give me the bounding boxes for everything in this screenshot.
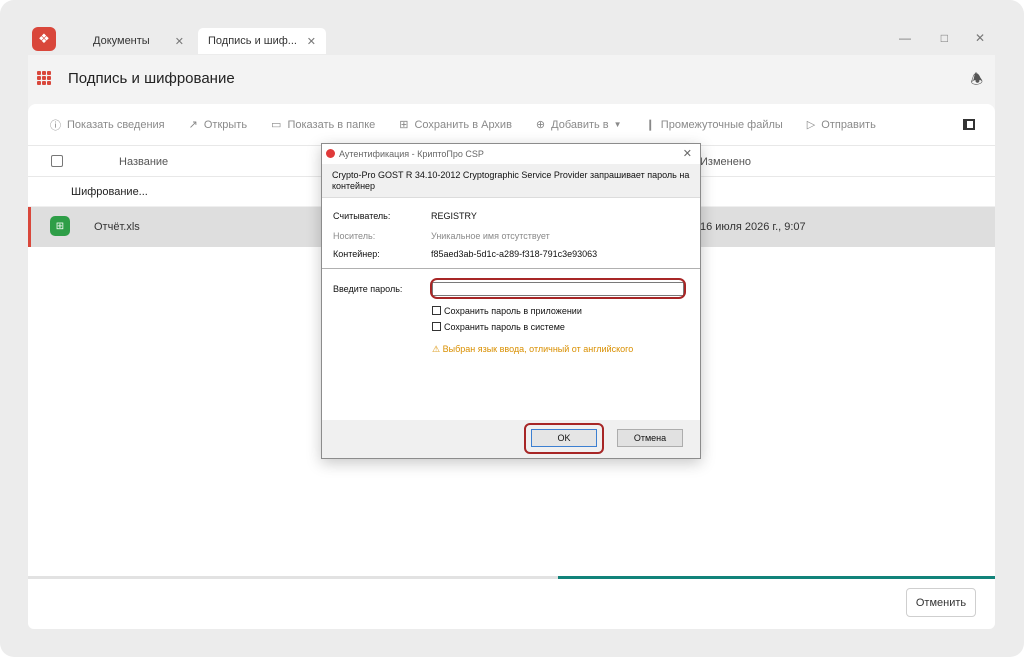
page-header: Подпись и шифрование 🕭 (28, 55, 995, 104)
maximize-icon[interactable]: □ (941, 31, 948, 45)
media-value: Уникальное имя отсутствует (431, 231, 550, 241)
tab-bar: ❖ Документы ✕ Подпись и шиф... ✕ — □ ✕ (28, 24, 995, 55)
footer: Отменить (28, 579, 995, 629)
add-icon: ⊕ (535, 119, 546, 131)
tab-label: Документы (93, 35, 150, 47)
info-icon: ⓘ (50, 119, 61, 132)
select-all-checkbox[interactable] (51, 155, 63, 167)
file-name: Отчёт.xls (94, 221, 140, 233)
bell-icon[interactable]: 🕭 (970, 69, 983, 93)
media-label: Носитель: (333, 231, 376, 241)
intermediate-files-button[interactable]: ❙ Промежуточные файлы (645, 118, 783, 132)
password-input[interactable] (432, 282, 684, 296)
save-in-system-checkbox[interactable] (432, 322, 441, 331)
toolbar-label: Открыть (203, 118, 248, 131)
app-logo-icon: ❖ (32, 27, 56, 51)
dialog-titlebar: Аутентификация - КриптоПро CSP ✕ (322, 144, 700, 164)
send-icon: ▷ (806, 119, 816, 131)
toolbar-label: Добавить в (551, 118, 609, 131)
toolbar-label: Показать сведения (67, 118, 165, 131)
auth-dialog: Аутентификация - КриптоПро CSP ✕ Crypto-… (321, 143, 701, 459)
group-label: Шифрование... (71, 186, 148, 198)
cancel-button[interactable]: Отменить (906, 588, 976, 617)
toolbar-label: Сохранить в Архив (414, 118, 512, 131)
close-window-icon[interactable]: ✕ (975, 31, 985, 45)
show-info-button[interactable]: ⓘ Показать сведения (50, 117, 165, 133)
pin-icon: ❙ (645, 119, 655, 131)
save-in-app-label: Сохранить пароль в приложении (444, 306, 582, 316)
ok-button[interactable]: OK (531, 429, 597, 447)
chevron-down-icon: ▼ (613, 120, 622, 129)
add-to-button[interactable]: ⊕ Добавить в ▼ (535, 118, 622, 132)
folder-icon: ▭ (271, 119, 282, 131)
save-to-archive-button[interactable]: ⊞ Сохранить в Архив (399, 118, 512, 132)
minimize-icon[interactable]: — (899, 31, 911, 45)
close-tab-icon[interactable]: ✕ (175, 35, 184, 48)
dialog-title: Аутентификация - КриптоПро CSP (339, 149, 484, 159)
save-in-app-checkbox[interactable] (432, 306, 441, 315)
container-value: f85aed3ab-5d1c-a289-f318-791c3e93063 (431, 249, 598, 259)
send-button[interactable]: ▷ Отправить (806, 118, 876, 132)
toolbar-label: Отправить (821, 118, 876, 131)
save-in-system-label: Сохранить пароль в системе (444, 322, 565, 332)
column-changed-header[interactable]: Изменено (700, 156, 751, 168)
reader-value: REGISTRY (431, 211, 477, 221)
container-label: Контейнер: (333, 249, 380, 259)
column-name-header[interactable]: Название (119, 156, 168, 168)
close-tab-icon[interactable]: ✕ (307, 35, 316, 48)
toolbar: ⓘ Показать сведения ↗ Открыть ▭ Показать… (28, 104, 995, 146)
file-changed: 16 июля 2026 г., 9:07 (700, 221, 806, 233)
open-icon: ↗ (188, 119, 198, 131)
tab-label: Подпись и шиф... (208, 35, 297, 47)
warning-text: Выбран язык ввода, отличный от английско… (442, 344, 634, 354)
cryptopro-logo-icon (326, 149, 335, 158)
dialog-cancel-button[interactable]: Отмена (617, 429, 683, 447)
close-icon[interactable]: ✕ (683, 147, 692, 160)
divider (322, 268, 700, 269)
toolbar-label: Промежуточные файлы (660, 118, 783, 131)
open-button[interactable]: ↗ Открыть (188, 118, 248, 132)
show-in-folder-button[interactable]: ▭ Показать в папке (271, 118, 376, 132)
dialog-message: Crypto-Pro GOST R 34.10-2012 Cryptograph… (322, 164, 700, 198)
spreadsheet-icon: ⊞ (50, 216, 70, 236)
archive-icon: ⊞ (399, 119, 409, 131)
side-panel-icon[interactable] (963, 119, 975, 130)
page-title: Подпись и шифрование (68, 70, 235, 87)
warning-icon: ⚠ (432, 344, 441, 354)
apps-grid-icon[interactable] (37, 71, 51, 85)
warning-message: ⚠ Выбран язык ввода, отличный от английс… (432, 344, 633, 355)
tab-documents[interactable]: Документы ✕ (84, 28, 194, 54)
reader-label: Считыватель: (333, 211, 391, 221)
password-label: Введите пароль: (333, 284, 403, 294)
tab-sign-encrypt[interactable]: Подпись и шиф... ✕ (198, 28, 326, 54)
toolbar-label: Показать в папке (287, 118, 376, 131)
